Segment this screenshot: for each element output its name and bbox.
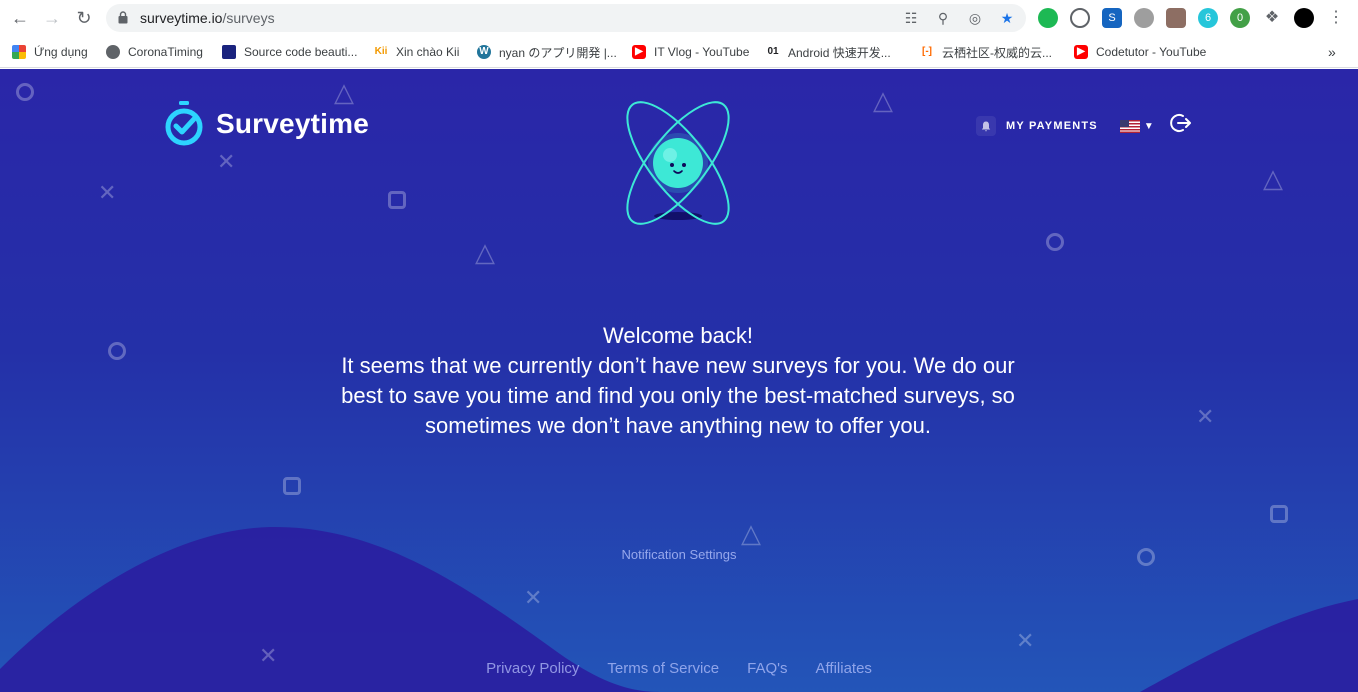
apps-grid-icon bbox=[12, 45, 26, 59]
bookmarks-overflow-icon[interactable]: » bbox=[1328, 43, 1336, 61]
logout-icon[interactable] bbox=[1170, 112, 1192, 134]
decor-cross: ✕ bbox=[1196, 404, 1215, 429]
extensions-puzzle-icon[interactable]: ❖ bbox=[1262, 8, 1282, 28]
logo-text: Surveytime bbox=[216, 108, 369, 139]
decor-cross: ✕ bbox=[524, 585, 543, 610]
01-icon: 01 bbox=[767, 46, 779, 57]
decor-cross: ✕ bbox=[217, 149, 236, 174]
faq-link[interactable]: FAQ's bbox=[747, 660, 787, 677]
decor-triangle: △ bbox=[741, 518, 761, 548]
bookmark-aliyun[interactable]: [-] 云栖社区-权威的云... bbox=[920, 43, 1052, 61]
page-body: ✕ ✕ △ △ △ △ ✕ △ ✕ ✕ ✕ Surveytime MY PAYM… bbox=[0, 69, 1358, 692]
bookmark-source-code[interactable]: Source code beauti... bbox=[222, 43, 357, 61]
extension-circle-icon[interactable] bbox=[1070, 8, 1090, 28]
affiliates-link[interactable]: Affiliates bbox=[816, 660, 872, 677]
extension-6-icon[interactable]: 6 bbox=[1198, 8, 1218, 28]
bookmarks-bar: Ứng dụng CoronaTiming Source code beauti… bbox=[0, 36, 1358, 68]
atom-mascot-illustration bbox=[626, 101, 730, 225]
eye-off-icon[interactable]: ◎ bbox=[966, 9, 984, 27]
kii-icon: Kii bbox=[374, 46, 388, 57]
youtube-icon: ▶ bbox=[1074, 45, 1088, 59]
globe-icon bbox=[106, 45, 120, 59]
bookmark-android[interactable]: 01 Android 快速开发... bbox=[766, 43, 890, 61]
profile-avatar[interactable] bbox=[1294, 8, 1314, 28]
extension-eyedropper-icon[interactable] bbox=[1166, 8, 1186, 28]
decor-circle bbox=[108, 342, 126, 360]
decor-square bbox=[1270, 505, 1288, 523]
extension-s-icon[interactable]: S bbox=[1102, 8, 1122, 28]
extension-globe-icon[interactable] bbox=[1134, 8, 1154, 28]
terms-of-service-link[interactable]: Terms of Service bbox=[607, 660, 719, 677]
welcome-heading: Welcome back! bbox=[603, 323, 753, 348]
empty-state-message: Welcome back! It seems that we currently… bbox=[340, 321, 1016, 441]
youtube-icon: ▶ bbox=[632, 45, 646, 59]
translate-icon[interactable]: ☷ bbox=[902, 9, 920, 27]
wordpress-icon: W bbox=[477, 45, 491, 59]
bookmark-apps[interactable]: Ứng dụng bbox=[12, 43, 88, 61]
my-payments-link[interactable]: MY PAYMENTS bbox=[1006, 120, 1098, 132]
privacy-policy-link[interactable]: Privacy Policy bbox=[486, 660, 579, 677]
source-icon bbox=[222, 45, 236, 59]
stopwatch-check-icon bbox=[165, 101, 203, 146]
notification-settings-link[interactable]: Notification Settings bbox=[0, 547, 1358, 562]
top-nav: MY PAYMENTS ▼ bbox=[976, 115, 1154, 137]
extension-counter-icon[interactable]: 0 bbox=[1230, 8, 1250, 28]
back-arrow-icon[interactable]: ← bbox=[8, 6, 32, 30]
bell-icon[interactable] bbox=[976, 116, 996, 136]
kebab-menu-icon[interactable]: ⋮ bbox=[1326, 8, 1346, 28]
url-text: surveytime.io/surveys bbox=[140, 10, 275, 26]
bookmark-kii[interactable]: Kii Xin chào Kii bbox=[374, 43, 460, 61]
decor-square bbox=[283, 477, 301, 495]
us-flag-icon[interactable] bbox=[1119, 119, 1140, 133]
forward-arrow-icon[interactable]: → bbox=[40, 6, 64, 30]
lock-icon bbox=[118, 11, 128, 24]
decor-triangle: △ bbox=[475, 237, 495, 267]
bookmark-codetutor[interactable]: ▶ Codetutor - YouTube bbox=[1074, 43, 1206, 61]
bookmark-coronatiming[interactable]: CoronaTiming bbox=[106, 43, 203, 61]
address-bar[interactable]: surveytime.io/surveys ☷ ⚲ ◎ ★ bbox=[106, 4, 1026, 32]
bookmark-nyan[interactable]: Wnyan のアプリ開発 |... bbox=[477, 43, 617, 61]
browser-toolbar: ← → ↻ surveytime.io/surveys ☷ ⚲ ◎ ★ S 6 … bbox=[0, 0, 1358, 36]
reload-icon[interactable]: ↻ bbox=[72, 6, 96, 30]
decor-triangle: △ bbox=[873, 85, 893, 115]
bookmark-star-icon[interactable]: ★ bbox=[998, 9, 1016, 27]
decor-triangle: △ bbox=[1263, 163, 1283, 193]
decor-circle bbox=[1046, 233, 1064, 251]
surveytime-logo[interactable]: Surveytime bbox=[164, 101, 369, 147]
no-surveys-text: It seems that we currently don’t have ne… bbox=[341, 353, 1015, 438]
decor-cross: ✕ bbox=[98, 180, 117, 205]
footer-links: Privacy Policy Terms of Service FAQ's Af… bbox=[0, 660, 1358, 677]
aliyun-icon: [-] bbox=[922, 46, 932, 57]
zoom-icon[interactable]: ⚲ bbox=[934, 9, 952, 27]
decor-square bbox=[388, 191, 406, 209]
extension-green-icon[interactable] bbox=[1038, 8, 1058, 28]
bookmark-it-vlog[interactable]: ▶ IT Vlog - YouTube bbox=[632, 43, 749, 61]
decor-circle bbox=[16, 83, 34, 101]
language-dropdown-caret-icon[interactable]: ▼ bbox=[1144, 121, 1154, 132]
decor-cross: ✕ bbox=[1016, 628, 1035, 653]
